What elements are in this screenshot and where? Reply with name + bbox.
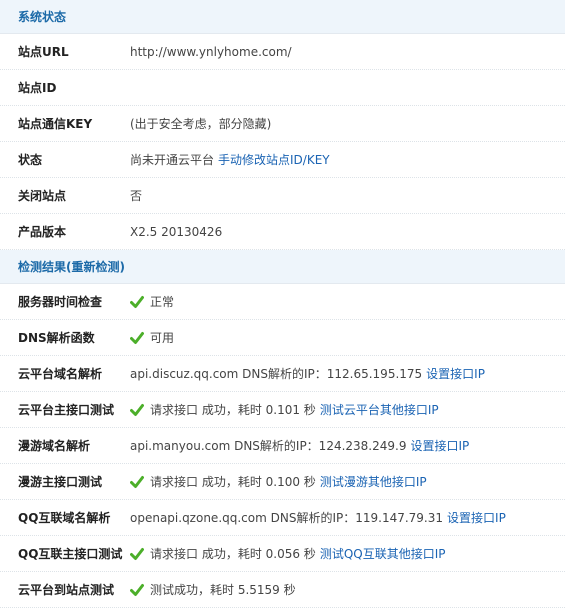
- manyou-domain-value: api.manyou.com DNS解析的IP：124.238.249.9: [130, 439, 407, 453]
- row-qq-api: QQ互联主接口测试 请求接口 成功，耗时 0.056 秒 测试QQ互联其他接口I…: [0, 536, 565, 572]
- check-icon: [130, 331, 144, 344]
- system-status-header: 系统状态: [0, 0, 565, 34]
- server-time-value: 正常: [150, 295, 175, 309]
- row-manyou-api: 漫游主接口测试 请求接口 成功，耗时 0.100 秒 测试漫游其他接口IP: [0, 464, 565, 500]
- row-product-version: 产品版本 X2.5 20130426: [0, 214, 565, 250]
- cloud-status-panel: 系统状态 站点URL http://www.ynlyhome.com/ 站点ID…: [0, 0, 565, 608]
- server-time-value-wrap: 正常: [130, 293, 174, 310]
- row-status: 状态 尚未开通云平台 手动修改站点ID/KEY: [0, 142, 565, 178]
- close-site-label: 关闭站点: [18, 189, 67, 203]
- cloud-to-site-value: 测试成功，耗时 5.5159 秒: [150, 583, 296, 597]
- site-key-value: (出于安全考虑，部分隐藏): [130, 117, 272, 131]
- cloud-set-ip-link[interactable]: 设置接口IP: [426, 365, 485, 382]
- qq-api-value: 请求接口 成功，耗时 0.056 秒: [150, 547, 316, 561]
- row-manyou-domain: 漫游域名解析 api.manyou.com DNS解析的IP：124.238.2…: [0, 428, 565, 464]
- manyou-domain-value-wrap: api.manyou.com DNS解析的IP：124.238.249.9 设置…: [130, 437, 469, 454]
- edit-site-id-key-link[interactable]: 手动修改站点ID/KEY: [218, 151, 330, 168]
- check-icon: [130, 403, 144, 416]
- row-site-url: 站点URL http://www.ynlyhome.com/: [0, 34, 565, 70]
- cloud-domain-label: 云平台域名解析: [18, 367, 103, 381]
- cloud-api-value: 请求接口 成功，耗时 0.101 秒: [150, 403, 316, 417]
- check-icon: [130, 475, 144, 488]
- qq-set-ip-link[interactable]: 设置接口IP: [447, 509, 506, 526]
- cloud-to-site-value-wrap: 测试成功，耗时 5.5159 秒: [130, 581, 296, 598]
- cloud-api-label: 云平台主接口测试: [18, 403, 115, 417]
- qq-api-label: QQ互联主接口测试: [18, 547, 123, 561]
- row-cloud-domain: 云平台域名解析 api.discuz.qq.com DNS解析的IP：112.6…: [0, 356, 565, 392]
- recheck-link[interactable]: (重新检测): [66, 260, 125, 274]
- qq-domain-value-wrap: openapi.qzone.qq.com DNS解析的IP：119.147.79…: [130, 509, 506, 526]
- qq-domain-label: QQ互联域名解析: [18, 511, 111, 525]
- dns-function-label: DNS解析函数: [18, 331, 95, 345]
- row-server-time: 服务器时间检查 正常: [0, 284, 565, 320]
- cloud-domain-value: api.discuz.qq.com DNS解析的IP：112.65.195.17…: [130, 367, 423, 381]
- check-result-title: 检测结果: [18, 260, 67, 274]
- dns-function-value: 可用: [150, 331, 175, 345]
- site-url-label: 站点URL: [18, 45, 69, 59]
- status-label: 状态: [18, 153, 43, 167]
- manyou-test-other-link[interactable]: 测试漫游其他接口IP: [320, 473, 427, 490]
- cloud-test-other-link[interactable]: 测试云平台其他接口IP: [320, 401, 439, 418]
- site-url-value: http://www.ynlyhome.com/: [130, 44, 292, 59]
- dns-function-value-wrap: 可用: [130, 329, 174, 346]
- product-version-value: X2.5 20130426: [130, 224, 223, 239]
- manyou-set-ip-link[interactable]: 设置接口IP: [410, 437, 469, 454]
- system-status-title: 系统状态: [18, 10, 67, 24]
- qq-domain-value: openapi.qzone.qq.com DNS解析的IP：119.147.79…: [130, 511, 444, 525]
- cloud-to-site-label: 云平台到站点测试: [18, 583, 115, 597]
- server-time-label: 服务器时间检查: [18, 295, 103, 309]
- row-cloud-to-site: 云平台到站点测试 测试成功，耗时 5.5159 秒: [0, 572, 565, 608]
- check-result-header: 检测结果(重新检测): [0, 250, 565, 284]
- cloud-api-value-wrap: 请求接口 成功，耗时 0.101 秒 测试云平台其他接口IP: [130, 401, 439, 418]
- cloud-domain-value-wrap: api.discuz.qq.com DNS解析的IP：112.65.195.17…: [130, 365, 485, 382]
- row-site-key: 站点通信KEY (出于安全考虑，部分隐藏): [0, 106, 565, 142]
- manyou-api-value-wrap: 请求接口 成功，耗时 0.100 秒 测试漫游其他接口IP: [130, 473, 427, 490]
- status-value: 尚未开通云平台: [130, 153, 215, 167]
- check-icon: [130, 547, 144, 560]
- row-dns-function: DNS解析函数 可用: [0, 320, 565, 356]
- close-site-value: 否: [130, 189, 143, 203]
- check-icon: [130, 583, 144, 596]
- row-site-id: 站点ID: [0, 70, 565, 106]
- manyou-domain-label: 漫游域名解析: [18, 439, 91, 453]
- site-key-label: 站点通信KEY: [18, 117, 93, 131]
- site-id-label: 站点ID: [18, 81, 57, 95]
- qq-test-other-link[interactable]: 测试QQ互联其他接口IP: [320, 545, 446, 562]
- status-value-wrap: 尚未开通云平台 手动修改站点ID/KEY: [130, 151, 330, 168]
- row-cloud-api: 云平台主接口测试 请求接口 成功，耗时 0.101 秒 测试云平台其他接口IP: [0, 392, 565, 428]
- qq-api-value-wrap: 请求接口 成功，耗时 0.056 秒 测试QQ互联其他接口IP: [130, 545, 445, 562]
- manyou-api-label: 漫游主接口测试: [18, 475, 103, 489]
- product-version-label: 产品版本: [18, 225, 67, 239]
- row-close-site: 关闭站点 否: [0, 178, 565, 214]
- manyou-api-value: 请求接口 成功，耗时 0.100 秒: [150, 475, 316, 489]
- check-icon: [130, 295, 144, 308]
- row-qq-domain: QQ互联域名解析 openapi.qzone.qq.com DNS解析的IP：1…: [0, 500, 565, 536]
